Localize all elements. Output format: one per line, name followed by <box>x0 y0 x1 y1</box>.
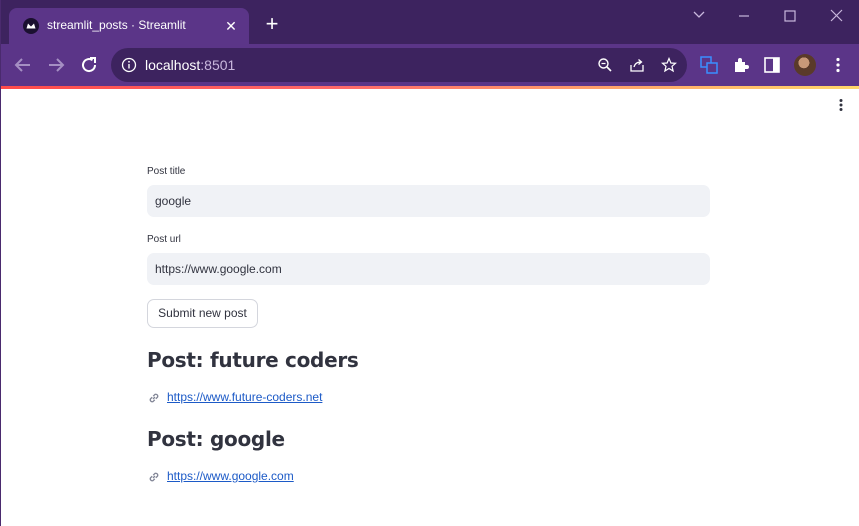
forward-arrow-icon[interactable] <box>44 53 68 77</box>
post-url-input[interactable]: https://www.google.com <box>147 253 710 285</box>
streamlit-favicon-icon <box>23 18 39 34</box>
site-info-icon[interactable] <box>121 57 137 73</box>
share-icon[interactable] <box>629 57 645 73</box>
tab-title: streamlit_posts · Streamlit <box>47 18 186 32</box>
address-bar[interactable]: localhost:8501 <box>111 48 687 82</box>
post-link[interactable]: https://www.google.com <box>167 469 294 483</box>
post-title-input[interactable]: google <box>147 185 710 217</box>
url-port: :8501 <box>200 57 236 73</box>
tab-close-icon[interactable]: ✕ <box>221 16 241 36</box>
tab-strip: streamlit_posts · Streamlit ✕ + <box>1 0 859 44</box>
link-icon <box>149 472 159 482</box>
browser-tab[interactable]: streamlit_posts · Streamlit ✕ <box>9 8 249 44</box>
profile-avatar[interactable] <box>794 54 816 76</box>
translate-icon[interactable] <box>699 55 719 75</box>
submit-new-post-button[interactable]: Submit new post <box>147 299 258 328</box>
new-tab-icon[interactable]: + <box>261 13 283 36</box>
link-icon <box>149 393 159 403</box>
bookmark-star-icon[interactable] <box>661 57 677 73</box>
streamlit-page: Post title google Post url https://www.g… <box>1 89 859 526</box>
extensions-puzzle-icon[interactable] <box>731 55 751 75</box>
side-panel-icon[interactable] <box>762 55 782 75</box>
post-heading: Post: future coders <box>147 348 359 372</box>
post-title-label: Post title <box>147 166 186 177</box>
minimize-icon[interactable] <box>721 6 767 26</box>
post-url-label: Post url <box>147 234 181 245</box>
app-menu-icon[interactable] <box>835 97 847 113</box>
maximize-icon[interactable] <box>767 6 813 26</box>
post-link[interactable]: https://www.future-coders.net <box>167 390 322 404</box>
browser-window: streamlit_posts · Streamlit ✕ + localhos… <box>0 0 859 526</box>
tab-search-chevron-icon[interactable] <box>676 6 722 26</box>
browser-menu-icon[interactable] <box>828 55 848 75</box>
url-text[interactable]: localhost:8501 <box>145 57 235 73</box>
reload-icon[interactable] <box>77 53 101 77</box>
close-window-icon[interactable] <box>813 6 859 26</box>
post-heading: Post: google <box>147 427 285 451</box>
url-host: localhost <box>145 57 201 73</box>
zoom-icon[interactable] <box>597 57 613 73</box>
back-arrow-icon[interactable] <box>11 53 35 77</box>
browser-toolbar: localhost:8501 <box>1 44 859 86</box>
